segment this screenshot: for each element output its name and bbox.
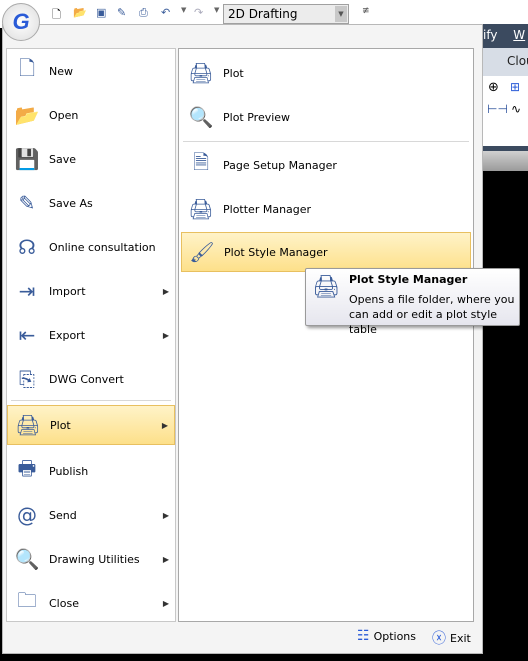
app-logo-button[interactable]: G (2, 3, 40, 41)
app-logo-letter: G (12, 9, 30, 34)
dimension-icon[interactable]: ⊢⊣ (487, 102, 508, 116)
chevron-right-icon: ▶ (162, 554, 169, 564)
new-file-icon: 🗋 (18, 56, 36, 80)
menu-fragment-2[interactable]: W (513, 28, 525, 42)
ribbon-tab-fragment[interactable]: Clou (483, 48, 528, 76)
menu-item-label: Plot (50, 418, 71, 432)
submenu-item-label: Plot Preview (223, 110, 291, 124)
submenu-item-plot-style-manager[interactable]: 🖌 Plot Style Manager (181, 232, 471, 272)
menu-item-save-as[interactable]: ✎ Save As (7, 183, 175, 223)
exit-icon: ⓧ (432, 631, 446, 647)
menu-item-open[interactable]: 📂 Open (7, 95, 175, 135)
grid-icon[interactable]: ⊞ (510, 80, 520, 94)
plot-style-icon: 🖨 (312, 275, 340, 300)
printer-icon: 🖨 (15, 413, 41, 437)
menu-item-label: Publish (49, 464, 89, 478)
options-label: Options (373, 629, 417, 643)
workspace-select[interactable]: 2D Drafting ▼ (223, 4, 349, 24)
close-folder-icon: 🗀 (17, 588, 37, 612)
submenu-item-plot[interactable]: 🖨 Plot (181, 53, 471, 93)
headset-icon: ☊ (18, 235, 36, 259)
redo-icon[interactable]: ↷ (194, 6, 210, 22)
menu-item-publish[interactable]: 🖶 Publish (7, 451, 175, 491)
menu-item-label: Close (49, 596, 79, 610)
chevron-right-icon: ▶ (161, 420, 168, 430)
save-as-icon: ✎ (18, 191, 36, 215)
submenu-item-plot-preview[interactable]: 🔍 Plot Preview (181, 97, 471, 137)
submenu-item-label: Plot Style Manager (224, 245, 328, 259)
at-icon: @ (17, 503, 37, 527)
plotter-icon: 🖨 (188, 197, 214, 221)
chevron-down-icon[interactable]: ▼ (335, 6, 347, 22)
chevron-right-icon: ▶ (162, 286, 169, 296)
left-menu: 🗋 New 📂 Open 💾 Save ✎ Save As ☊ Online consultati… (6, 48, 176, 622)
import-icon: ⇥ (18, 279, 36, 303)
zigzag-icon[interactable]: ∿ (511, 102, 521, 116)
undo-icon[interactable]: ↶ (161, 6, 177, 22)
open-folder-icon: 📂 (14, 103, 40, 127)
menu-item-dwg-convert[interactable]: ⎘ DWG Convert (7, 359, 175, 399)
ribbon-panel: ⊕ ⊞ ⊢⊣ ∿ (483, 76, 528, 146)
menu-item-label: Drawing Utilities (49, 552, 140, 566)
plot-style-icon: 🖌 (189, 240, 215, 264)
submenu-item-plotter-manager[interactable]: 🖨 Plotter Manager (181, 189, 471, 229)
background-ribbon: ify W Clou ⊕ ⊞ ⊢⊣ ∿ (483, 24, 528, 171)
dwg-convert-icon: ⎘ (19, 367, 35, 391)
save-icon[interactable]: ▣ (96, 6, 112, 22)
menu-item-new[interactable]: 🗋 New (7, 51, 175, 91)
options-button[interactable]: ☷ Options (357, 628, 416, 644)
menu-item-send[interactable]: @ Send ▶ (7, 495, 175, 535)
tooltip-title: Plot Style Manager (349, 273, 468, 286)
print-icon[interactable]: ⎙ (139, 6, 155, 22)
menu-item-label: Save (49, 152, 77, 166)
save-as-icon[interactable]: ✎ (117, 6, 133, 22)
menu-item-label: Online consultation (49, 240, 156, 254)
preview-icon: 🔍 (188, 105, 214, 129)
menu-bar-fragment: ify W (483, 24, 528, 48)
publish-icon: 🖶 (17, 456, 37, 480)
chevron-right-icon: ▶ (162, 598, 169, 608)
options-icon: ☷ (357, 628, 370, 644)
menu-item-export[interactable]: ⇤ Export ▶ (7, 315, 175, 355)
open-icon[interactable]: 📂 (73, 6, 89, 22)
menu-item-label: Save As (49, 196, 93, 210)
menu-item-label: Import (49, 284, 86, 298)
menu-item-label: New (49, 64, 73, 78)
workspace-value: 2D Drafting (228, 7, 298, 21)
exit-button[interactable]: ⓧ Exit (432, 628, 471, 648)
circle-plus-icon[interactable]: ⊕ (488, 80, 499, 95)
export-icon: ⇤ (18, 323, 36, 347)
menu-item-label: Send (49, 508, 77, 522)
menu-item-save[interactable]: 💾 Save (7, 139, 175, 179)
chevron-right-icon: ▶ (162, 330, 169, 340)
menu-fragment[interactable]: ify (483, 28, 497, 42)
submenu-item-label: Page Setup Manager (223, 158, 337, 172)
tooltip-description: Opens a file folder, where you can add o… (349, 293, 515, 336)
exit-label: Exit (450, 631, 471, 645)
magnifier-icon: 🔍 (14, 547, 40, 571)
save-icon: 💾 (14, 147, 40, 171)
submenu-item-label: Plot (223, 66, 244, 80)
menu-item-drawing-utilities[interactable]: 🔍 Drawing Utilities ▶ (7, 539, 175, 579)
menu-item-online-consultation[interactable]: ☊ Online consultation (7, 227, 175, 267)
menu-item-close[interactable]: 🗀 Close ▶ (7, 583, 175, 623)
page-setup-icon: 🗎 (192, 150, 210, 174)
submenu-item-page-setup-manager[interactable]: 🗎 Page Setup Manager (181, 145, 471, 185)
menu-item-label: Open (49, 108, 79, 122)
tooltip: 🖨 Plot Style Manager Opens a file folder… (305, 268, 520, 336)
submenu-item-label: Plotter Manager (223, 202, 312, 216)
customize-toolbar-icon[interactable]: ≢ (362, 6, 378, 22)
new-icon[interactable]: 🗋 (52, 6, 68, 22)
menu-item-plot[interactable]: 🖨 Plot ▶ (7, 405, 175, 445)
chevron-right-icon: ▶ (162, 510, 169, 520)
menu-item-label: DWG Convert (49, 372, 124, 386)
menu-item-label: Export (49, 328, 86, 342)
menu-item-import[interactable]: ⇥ Import ▶ (7, 271, 175, 311)
printer-icon: 🖨 (188, 61, 214, 85)
